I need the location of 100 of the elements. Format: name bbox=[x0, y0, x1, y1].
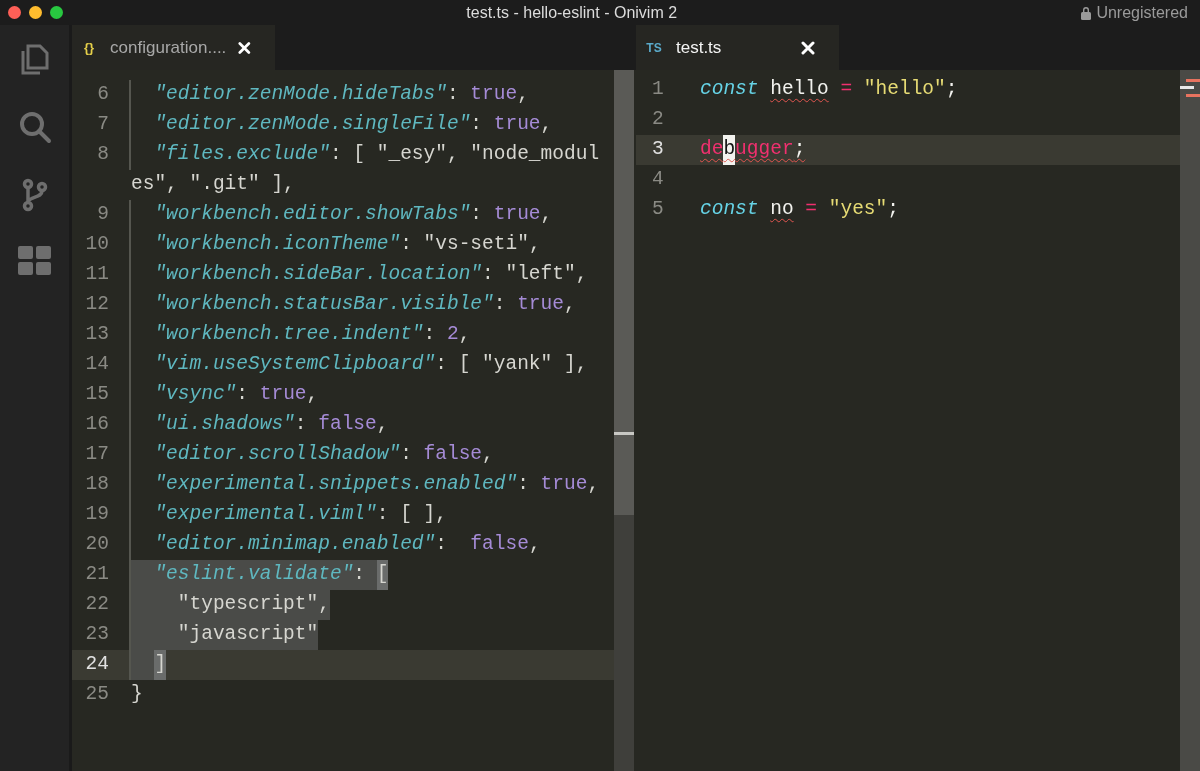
line-number: 1 bbox=[651, 77, 665, 103]
scrollbar[interactable] bbox=[614, 70, 634, 771]
code-token: "hello" bbox=[863, 77, 946, 103]
scrollbar-thumb[interactable] bbox=[614, 70, 634, 515]
code-token: true bbox=[470, 82, 518, 108]
line-number: 13 bbox=[84, 322, 109, 348]
code-token: "editor.minimap.enabled" bbox=[153, 532, 436, 558]
code-token: "ui.shadows" bbox=[153, 412, 295, 438]
code-token: , bbox=[564, 292, 576, 318]
line-number: 22 bbox=[84, 592, 109, 618]
code-token: "workbench.tree.indent" bbox=[153, 322, 424, 348]
code-token: "editor.zenMode.hideTabs" bbox=[153, 82, 447, 108]
line-number: 7 bbox=[96, 112, 109, 138]
line-number: 11 bbox=[84, 262, 109, 288]
code-token: ; bbox=[887, 197, 899, 223]
code-token: : "vs-seti", bbox=[400, 232, 541, 258]
lock-icon bbox=[1080, 5, 1093, 20]
tab-label: test.ts bbox=[676, 36, 723, 59]
line-number: 21 bbox=[84, 562, 109, 588]
code-token: "workbench.editor.showTabs" bbox=[153, 202, 471, 228]
code-token: "workbench.sideBar.location" bbox=[153, 262, 483, 288]
code-token: : bbox=[470, 202, 484, 228]
error-marker bbox=[1186, 79, 1200, 82]
code-token: "eslint.validate" bbox=[153, 562, 354, 588]
close-window-button[interactable] bbox=[8, 6, 21, 19]
code-token: "workbench.statusBar.visible" bbox=[153, 292, 494, 318]
code-token: ; bbox=[945, 77, 958, 103]
branch-icon[interactable] bbox=[21, 178, 48, 212]
code-token: : bbox=[423, 322, 437, 348]
code-token: : bbox=[517, 472, 530, 498]
code-token: : [ ], bbox=[376, 502, 447, 528]
code-token: no bbox=[770, 197, 794, 223]
close-icon[interactable] bbox=[801, 40, 815, 55]
code-token: "experimental.snippets.enabled" bbox=[153, 472, 518, 498]
line-number: 12 bbox=[84, 292, 109, 318]
tab-label: configuration.... bbox=[110, 36, 227, 59]
code-token: false bbox=[318, 412, 377, 438]
code-token: , bbox=[517, 82, 529, 108]
code-token: "workbench.iconTheme" bbox=[153, 232, 401, 258]
line-number: 25 bbox=[84, 682, 109, 708]
extensions-icon[interactable] bbox=[17, 246, 52, 276]
code-token: , bbox=[376, 412, 389, 438]
code-token: : bbox=[446, 82, 460, 108]
code-token: : bbox=[400, 442, 413, 468]
line-number: 5 bbox=[651, 197, 665, 223]
code-token: "javascript" bbox=[176, 622, 319, 648]
code-token: de bbox=[700, 137, 724, 163]
code-token: : bbox=[236, 382, 250, 408]
code-token: : [ "yank" ], bbox=[435, 352, 588, 378]
code-token: "files.exclude" bbox=[153, 142, 330, 168]
code-token: es", ".git" ], bbox=[131, 172, 295, 198]
code-token: : "left", bbox=[482, 262, 588, 288]
code-token: = bbox=[804, 197, 819, 223]
code-token: const bbox=[700, 77, 760, 103]
code-token: "typescript", bbox=[176, 592, 330, 618]
code-token: ; bbox=[793, 137, 806, 163]
code-token: true bbox=[517, 292, 564, 318]
code-token: : bbox=[294, 412, 308, 438]
zoom-button[interactable] bbox=[50, 6, 63, 19]
line-number: 20 bbox=[84, 532, 109, 558]
code-token: false bbox=[470, 532, 529, 558]
code-token: hello bbox=[770, 77, 829, 103]
code-token: "experimental.viml" bbox=[153, 502, 377, 528]
code-token: b bbox=[723, 135, 736, 165]
close-icon[interactable] bbox=[238, 40, 251, 55]
code-token: "editor.zenMode.singleFile" bbox=[153, 112, 471, 138]
minimize-button[interactable] bbox=[29, 6, 42, 19]
line-number: 17 bbox=[84, 442, 109, 468]
code-token: = bbox=[839, 77, 854, 103]
code-token: , bbox=[458, 322, 471, 348]
code-token: 2 bbox=[446, 322, 459, 348]
code-token: : [ "_esy", "node_modul bbox=[329, 142, 600, 168]
line-number: 24 bbox=[84, 652, 109, 678]
code-token: false bbox=[423, 442, 483, 468]
cursor-marker bbox=[1180, 86, 1194, 89]
code-token: , bbox=[540, 202, 553, 228]
search-icon[interactable] bbox=[17, 110, 52, 144]
window-title: test.ts - hello-eslint - Onivim 2 bbox=[465, 2, 679, 23]
code-token: , bbox=[528, 532, 541, 558]
scrollbar[interactable] bbox=[1180, 70, 1200, 771]
code-token: } bbox=[131, 682, 143, 708]
line-number: 16 bbox=[84, 412, 109, 438]
license-status: Unregistered bbox=[1096, 2, 1188, 23]
code-token: , bbox=[587, 472, 600, 498]
code-token: true bbox=[540, 472, 588, 498]
code-token: ] bbox=[154, 650, 167, 680]
code-token: "yes" bbox=[828, 197, 888, 223]
code-token: , bbox=[540, 112, 553, 138]
line-number: 3 bbox=[651, 137, 665, 163]
line-number: 2 bbox=[651, 107, 665, 133]
code-token: : bbox=[435, 532, 448, 558]
editor-tab[interactable]: {} configuration.... bbox=[72, 25, 275, 70]
editor-tab[interactable]: TS test.ts bbox=[636, 25, 839, 70]
code-token: "vsync" bbox=[153, 382, 237, 408]
code-token: , bbox=[306, 382, 319, 408]
code-token: const bbox=[700, 197, 760, 223]
code-token: : bbox=[493, 292, 507, 318]
line-number: 9 bbox=[96, 202, 109, 228]
code-token: : bbox=[470, 112, 484, 138]
line-number: 6 bbox=[96, 82, 109, 108]
